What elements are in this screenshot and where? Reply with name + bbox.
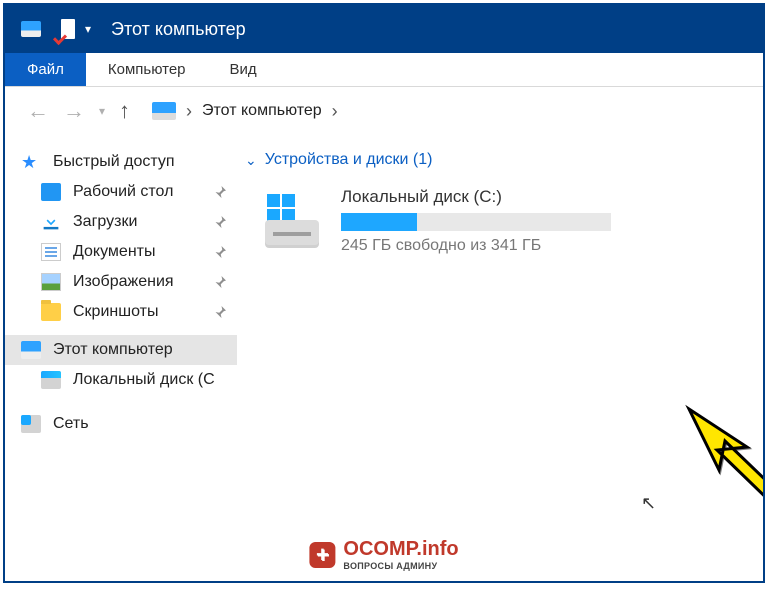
nav-up-icon[interactable]: ↑	[115, 98, 134, 124]
collapse-icon[interactable]: ⌄	[245, 152, 257, 169]
drive-item-local-c[interactable]: Локальный диск (C:) 245 ГБ свободно из 3…	[241, 187, 759, 255]
section-title: Устройства и диски (1)	[265, 151, 433, 169]
documents-icon	[41, 243, 61, 261]
drive-free-text: 245 ГБ свободно из 341 ГБ	[341, 237, 611, 255]
navigation-bar: ← → ▾ ↑ › Этот компьютер ›	[5, 87, 763, 135]
this-pc-icon	[21, 341, 41, 359]
nav-forward-icon[interactable]: →	[59, 98, 89, 124]
disk-icon	[41, 371, 61, 389]
drive-usage-bar	[341, 213, 611, 231]
explorer-window: ▾ Этот компьютер Файл Компьютер Вид ← → …	[3, 3, 765, 583]
watermark-brand: OCOMP	[343, 538, 416, 560]
sidebar-item-downloads[interactable]: Загрузки	[5, 207, 237, 237]
annotation-arrow	[677, 395, 763, 581]
breadcrumb-location[interactable]: Этот компьютер	[202, 102, 322, 120]
pin-icon	[211, 273, 229, 291]
breadcrumb-separator-icon[interactable]: ›	[330, 101, 340, 122]
breadcrumb-pc-icon	[152, 102, 176, 120]
drive-name: Локальный диск (C:)	[341, 187, 611, 207]
this-pc-icon	[21, 21, 41, 37]
sidebar-item-pictures[interactable]: Изображения	[5, 267, 237, 297]
titlebar[interactable]: ▾ Этот компьютер	[5, 5, 763, 53]
desktop-icon	[41, 183, 61, 201]
breadcrumb[interactable]: › Этот компьютер ›	[152, 101, 340, 122]
watermark-plus-icon: +	[309, 542, 335, 568]
ribbon-tabs: Файл Компьютер Вид	[5, 53, 763, 87]
pictures-icon	[41, 273, 61, 291]
content-pane[interactable]: ⌄ Устройства и диски (1) Локальный диск …	[237, 135, 763, 581]
pin-icon	[211, 213, 229, 231]
pin-icon	[211, 303, 229, 321]
breadcrumb-separator-icon[interactable]: ›	[184, 101, 194, 122]
sidebar-item-screenshots[interactable]: Скриншоты	[5, 297, 237, 327]
tab-view[interactable]: Вид	[208, 53, 279, 86]
sidebar-this-pc[interactable]: Этот компьютер	[5, 335, 237, 365]
section-devices-and-drives[interactable]: ⌄ Устройства и диски (1)	[241, 143, 759, 187]
pin-icon	[211, 183, 229, 201]
pin-icon	[211, 243, 229, 261]
nav-history-dropdown-icon[interactable]: ▾	[95, 104, 109, 118]
mouse-cursor-icon: ↖	[641, 493, 656, 514]
watermark-tagline: ВОПРОСЫ АДМИНУ	[343, 561, 458, 571]
tab-file[interactable]: Файл	[5, 53, 86, 86]
folder-icon	[41, 303, 61, 321]
sidebar-network[interactable]: Сеть	[5, 409, 237, 439]
sidebar-local-disk[interactable]: Локальный диск (C	[5, 365, 237, 395]
tab-computer[interactable]: Компьютер	[86, 53, 208, 86]
window-title: Этот компьютер	[111, 19, 246, 40]
star-icon: ★	[21, 153, 41, 171]
drive-icon	[265, 194, 319, 248]
nav-back-icon[interactable]: ←	[23, 98, 53, 124]
sidebar-item-desktop[interactable]: Рабочий стол	[5, 177, 237, 207]
watermark-tld: .info	[416, 538, 458, 560]
network-icon	[21, 415, 41, 433]
qat-dropdown-icon[interactable]: ▾	[85, 22, 91, 36]
sidebar-item-documents[interactable]: Документы	[5, 237, 237, 267]
download-icon	[41, 213, 61, 231]
sidebar-quick-access[interactable]: ★ Быстрый доступ	[5, 147, 237, 177]
watermark: + OCOMP.info ВОПРОСЫ АДМИНУ	[309, 538, 458, 571]
nav-sidebar: ★ Быстрый доступ Рабочий стол Загрузки Д…	[5, 135, 237, 581]
